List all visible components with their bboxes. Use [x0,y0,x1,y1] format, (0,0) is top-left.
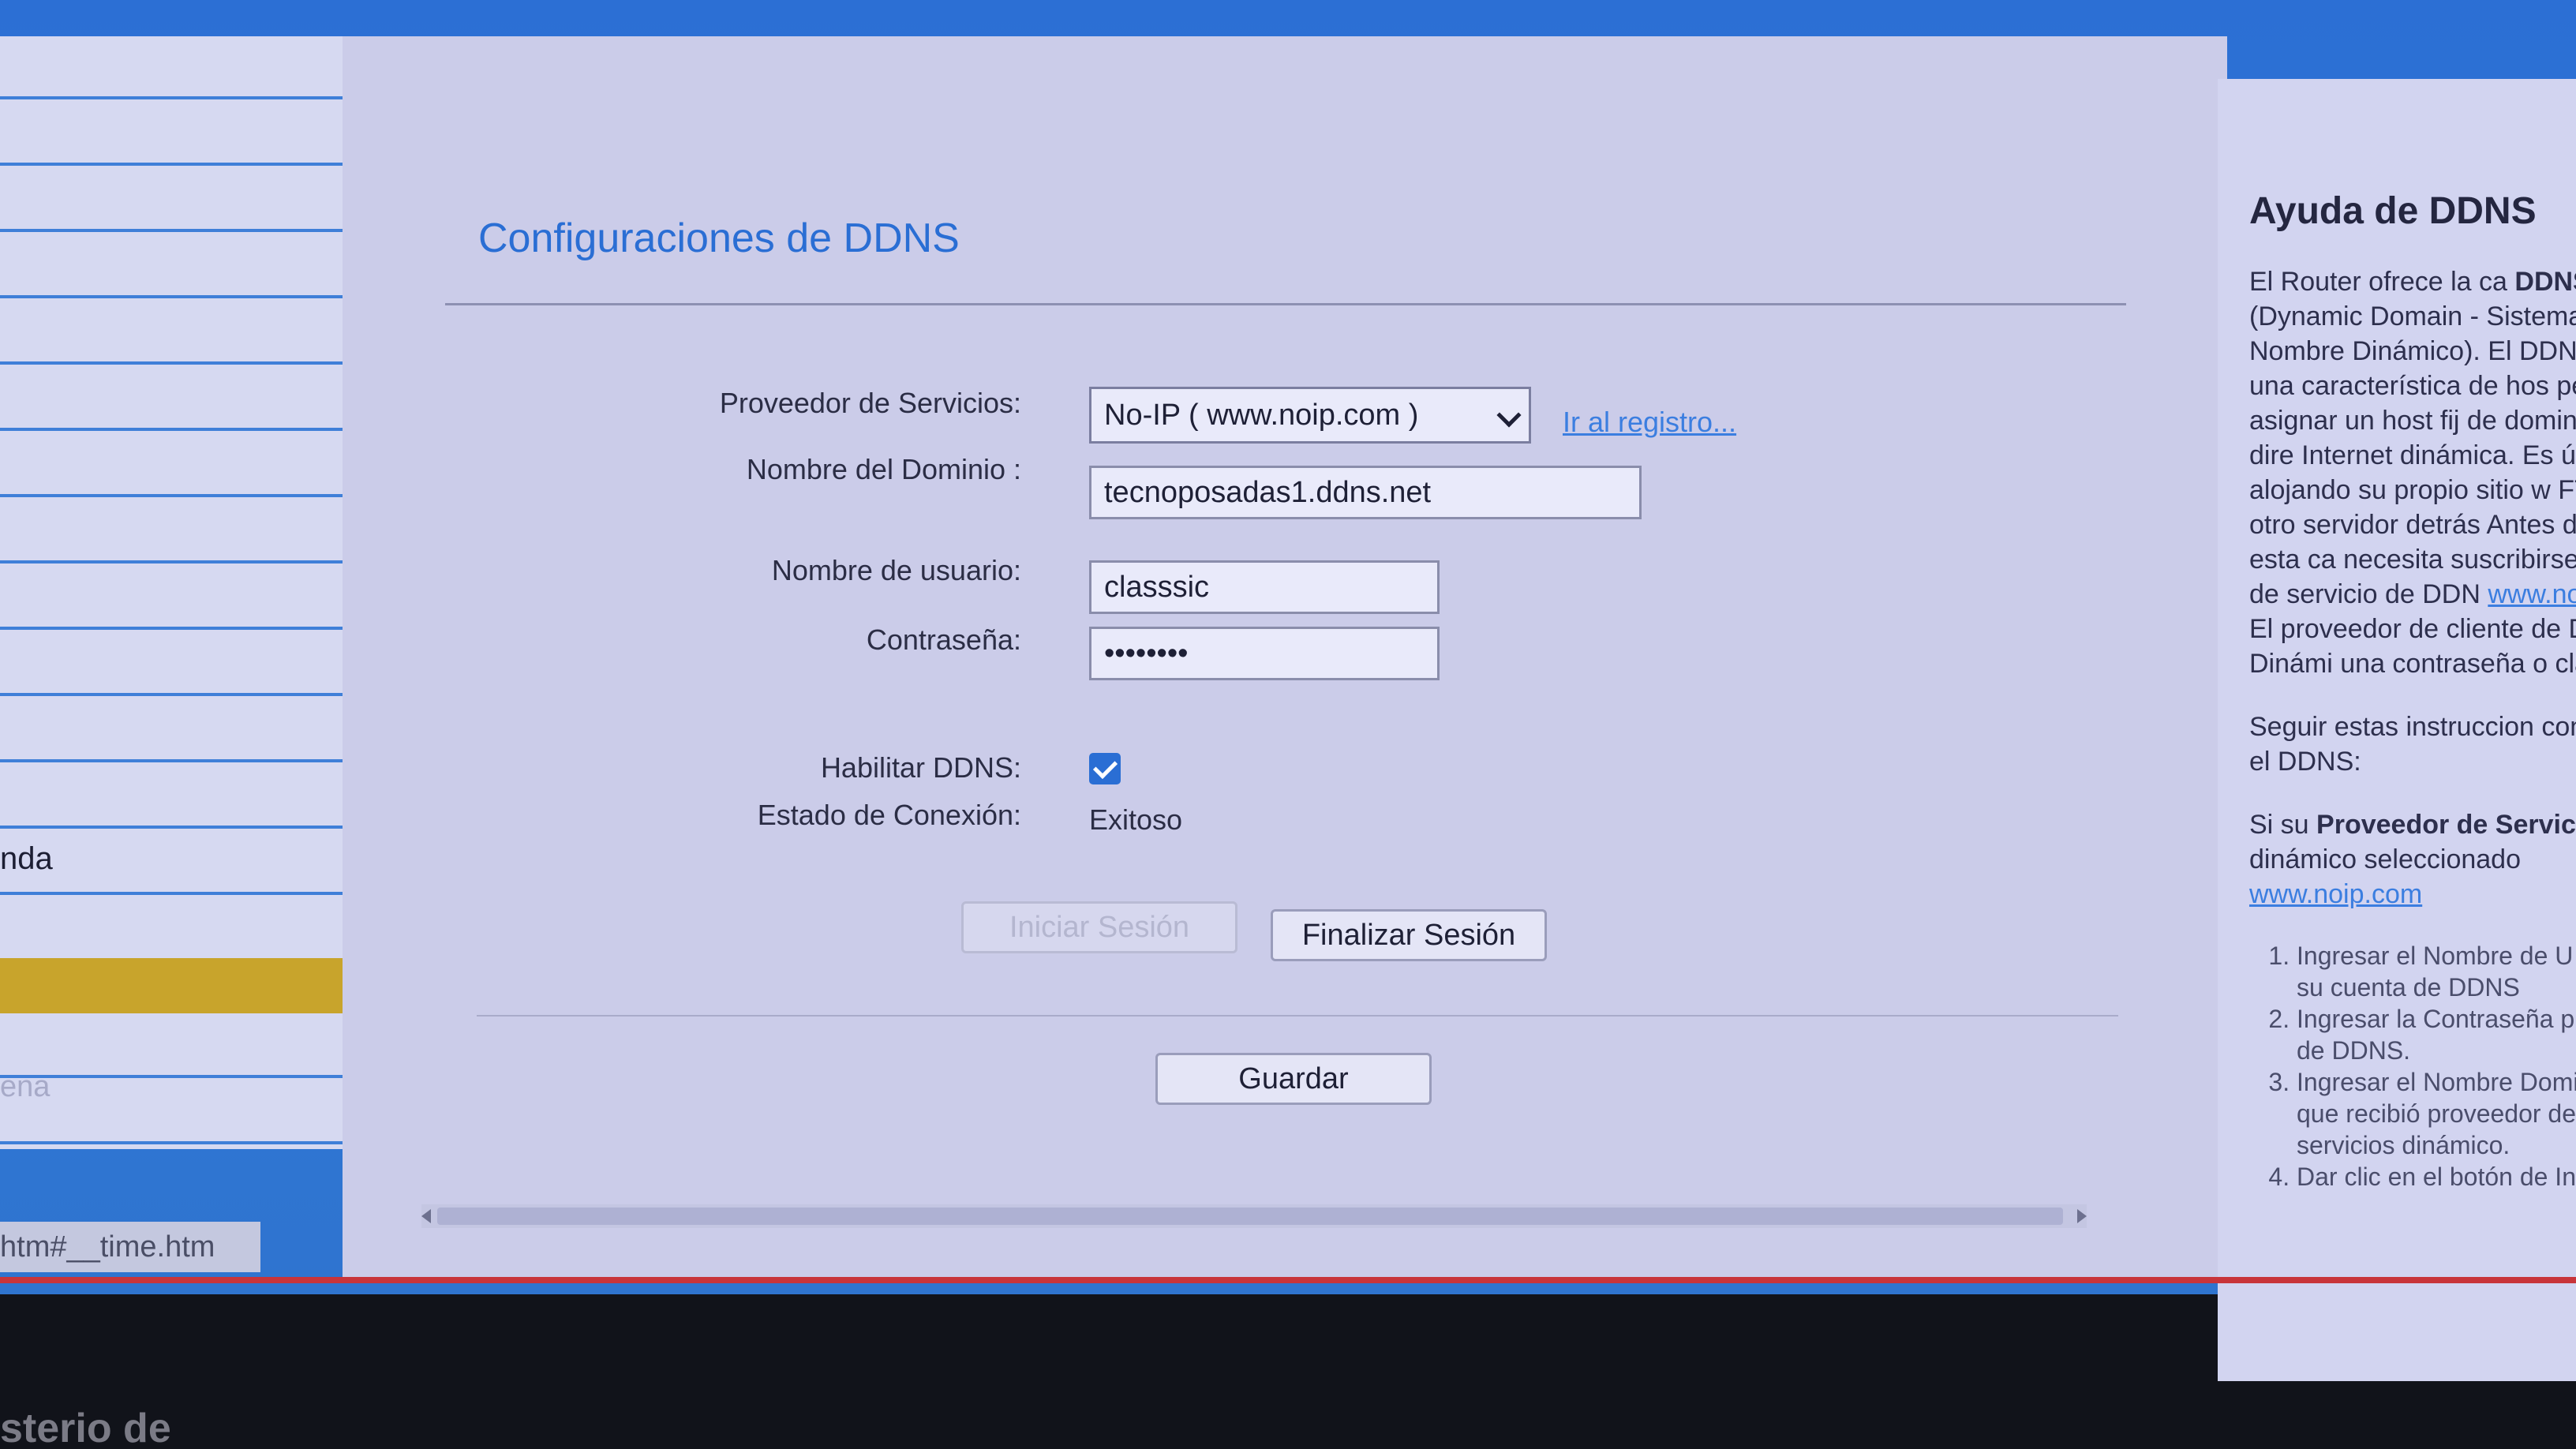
sidebar-item[interactable] [0,567,369,630]
connection-status-label: Estado de Conexión: [757,799,1021,831]
help-paragraph-instructions: Seguir estas instruccion configurar el D… [2249,712,2576,777]
scroll-right-icon[interactable] [2077,1209,2087,1223]
scroll-left-icon[interactable] [421,1209,431,1223]
sidebar-item[interactable] [0,169,369,232]
help-paragraph-intro: El Router ofrece la ca DDNS (Dynamic Dom… [2249,264,2576,681]
sidebar-item[interactable] [0,898,369,961]
help-noip-link[interactable]: www.noip.com [2249,879,2422,909]
help-title: Ayuda de DDNS [2249,190,2537,232]
status-bar-url: htm#__time.htm [0,1222,260,1272]
username-label: Nombre de usuario: [771,554,1021,586]
connection-status-value: Exitoso [1089,803,1183,836]
domain-input[interactable]: tecnoposadas1.ddns.net [1089,466,1642,519]
password-label: Contraseña: [866,623,1021,656]
domain-label: Nombre del Dominio : [746,453,1021,485]
help-paragraph-provider: Si su Proveedor de Servicio dinámico sel… [2249,807,2576,912]
save-button[interactable]: Guardar [1155,1053,1432,1105]
provider-select[interactable]: No-IP ( www.noip.com ) [1089,387,1531,444]
username-input[interactable]: classsic [1089,560,1440,614]
sidebar-menu: nda ena [0,36,369,1149]
sidebar-item[interactable] [0,1081,369,1144]
help-noip-link[interactable]: www.noip.com [2488,579,2576,609]
sidebar-item[interactable] [0,766,369,829]
help-step: Ingresar el Nombre de U para su cuenta d… [2297,940,2576,1003]
help-text-bold: DDNS [2514,267,2576,297]
help-text: dinámico seleccionado [2249,844,2521,874]
sidebar-item[interactable] [0,1015,369,1078]
help-step: Ingresar la Contraseña p cuenta de DDNS. [2297,1003,2576,1066]
help-steps-list: Ingresar el Nombre de U para su cuenta d… [2249,940,2576,1193]
section-divider [477,1015,2118,1017]
help-text-bold: Proveedor de Servicio [2316,810,2576,840]
enable-ddns-label: Habilitar DDNS: [820,751,1021,784]
help-text: El Router ofrece la ca [2249,267,2507,297]
help-step: Ingresar el Nombre Dominio que recibió p… [2297,1066,2576,1161]
sidebar-item-active[interactable] [0,958,369,1013]
main-panel: Configuraciones de DDNS Proveedor de Ser… [343,36,2227,1283]
enable-ddns-checkbox[interactable] [1089,753,1121,784]
password-input[interactable]: •••••••• [1089,627,1440,680]
help-step: Dar clic en el botón de In [2297,1161,2576,1193]
sidebar-item[interactable] [0,699,369,762]
sidebar-item[interactable] [0,368,369,431]
provider-label: Proveedor de Servicios: [719,387,1021,419]
scrollbar-thumb[interactable] [437,1208,2063,1225]
horizontal-scrollbar[interactable] [421,1204,2087,1228]
sidebar-item[interactable] [0,235,369,298]
register-link[interactable]: Ir al registro... [1563,406,1736,439]
title-divider [445,303,2126,305]
help-text: (Dynamic Domain - Sistema del Nombre Din… [2249,301,2576,609]
sidebar-item[interactable] [0,103,369,166]
sidebar-item-ddns-parent[interactable]: nda [0,832,369,895]
sidebar-item[interactable] [0,36,369,99]
desk-text: sterio de [0,1406,171,1449]
chevron-down-icon [1496,402,1522,428]
sidebar-item[interactable] [0,434,369,497]
sidebar-item[interactable] [0,633,369,696]
sidebar-item[interactable] [0,301,369,365]
login-button[interactable]: Iniciar Sesión [961,901,1237,953]
help-panel: Ayuda de DDNS El Router ofrece la ca DDN… [2218,79,2576,1381]
sidebar-item-label: nda [0,841,53,876]
provider-select-value: No-IP ( www.noip.com ) [1104,399,1419,432]
logout-button[interactable]: Finalizar Sesión [1271,909,1547,961]
page-title: Configuraciones de DDNS [478,215,960,261]
help-text: Si su [2249,810,2317,840]
monitor-bezel-line [0,1277,2576,1283]
sidebar-item[interactable] [0,500,369,564]
